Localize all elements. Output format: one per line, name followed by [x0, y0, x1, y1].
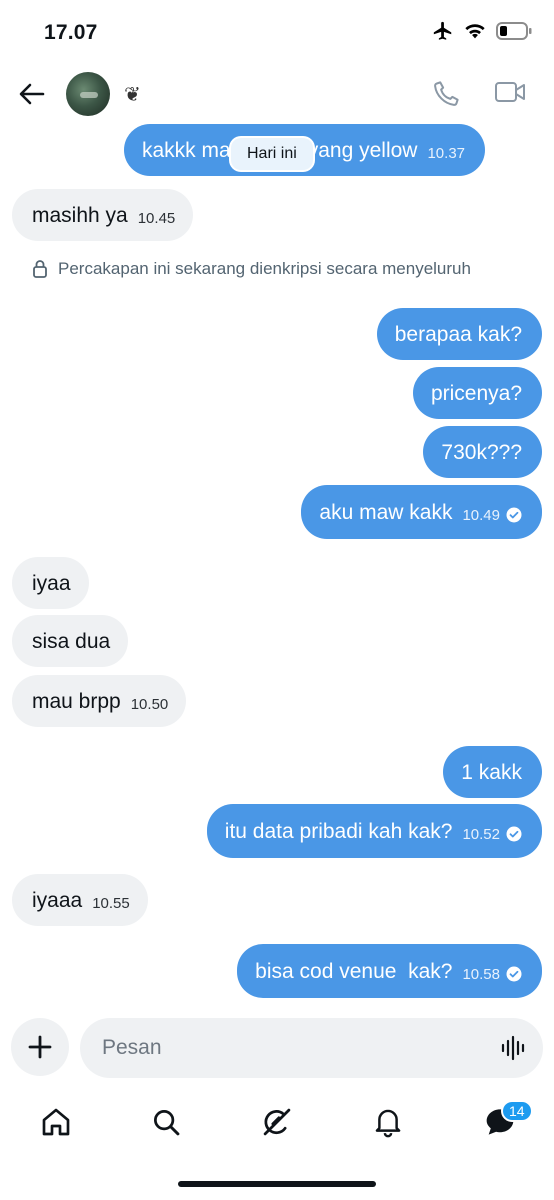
- message-text: mau brpp: [32, 689, 121, 713]
- message-text: berapaa kak?: [394, 322, 522, 346]
- status-time: 17.07: [44, 21, 98, 44]
- message-bubble-outgoing[interactable]: 1 kakk: [443, 746, 542, 798]
- message-time: 10.55: [92, 894, 130, 912]
- call-button[interactable]: [432, 78, 464, 110]
- message-text: 1 kakk: [461, 760, 522, 784]
- search-icon: [154, 1110, 180, 1136]
- message-bubble-incoming[interactable]: iyaa: [12, 557, 89, 609]
- nav-home[interactable]: [38, 1104, 74, 1140]
- messages-badge: 14: [501, 1100, 533, 1122]
- message-text: iyaaa: [32, 888, 83, 912]
- message-text: bisa cod venue kak?: [255, 959, 453, 983]
- message-time: 10.58: [462, 965, 500, 983]
- message-time: 10.52: [462, 825, 500, 843]
- home-indicator: [178, 1181, 376, 1187]
- date-divider: Hari ini: [231, 138, 313, 170]
- nav-search[interactable]: [148, 1104, 184, 1140]
- voice-wave-icon: [501, 1035, 525, 1061]
- bell-icon: [375, 1109, 401, 1138]
- avatar[interactable]: [66, 72, 110, 116]
- lock-icon: [33, 260, 47, 278]
- nav-grok[interactable]: [259, 1104, 295, 1140]
- message-text: aku maw kakk: [319, 500, 453, 524]
- message-bubble-outgoing[interactable]: bisa cod venue kak? 10.58: [237, 944, 542, 998]
- message-text: sisa dua: [32, 629, 111, 653]
- plus-icon: [28, 1035, 52, 1059]
- message-text: 730k???: [441, 440, 522, 464]
- message-bubble-outgoing[interactable]: 730k???: [423, 426, 542, 478]
- message-bubble-outgoing[interactable]: berapaa kak?: [376, 308, 542, 360]
- message-text: iyaa: [32, 571, 71, 595]
- status-icons: [432, 20, 532, 42]
- message-bubble-outgoing[interactable]: pricenya?: [412, 367, 542, 419]
- read-check-icon: [506, 966, 522, 982]
- battery-icon: [496, 22, 532, 40]
- back-button[interactable]: [16, 78, 48, 110]
- message-bubble-outgoing[interactable]: aku maw kakk 10.49: [301, 485, 542, 539]
- message-bubble-incoming[interactable]: iyaaa 10.55: [12, 874, 148, 926]
- message-input-placeholder: Pesan: [102, 1036, 162, 1059]
- video-call-button[interactable]: [494, 78, 528, 110]
- wifi-icon: [465, 24, 485, 39]
- voice-message-button[interactable]: [500, 1034, 528, 1062]
- read-check-icon: [506, 826, 522, 842]
- encryption-notice: Percakapan ini sekarang dienkripsi secar…: [32, 259, 471, 279]
- message-time: 10.45: [137, 209, 176, 227]
- message-text: itu data pribadi kah kak?: [224, 819, 453, 843]
- message-text: masihh ya: [32, 203, 128, 227]
- home-icon: [42, 1108, 70, 1136]
- arrow-left-icon: [19, 83, 45, 105]
- phone-icon: [434, 81, 459, 106]
- airplane-icon: [433, 21, 452, 40]
- encryption-text: Percakapan ini sekarang dienkripsi secar…: [58, 259, 471, 278]
- message-bubble-outgoing[interactable]: itu data pribadi kah kak? 10.52: [206, 804, 542, 858]
- nav-notifications[interactable]: [370, 1104, 406, 1140]
- message-time: 10.49: [462, 506, 500, 524]
- message-list[interactable]: kakkk masiiihhhh yang yellow 10.37 Hari …: [0, 112, 554, 1008]
- message-time: 10.50: [130, 695, 169, 713]
- contact-name[interactable]: ❦: [124, 82, 141, 107]
- status-bar: 17.07: [0, 0, 554, 64]
- add-attachment-button[interactable]: [11, 1018, 69, 1076]
- message-bubble-incoming[interactable]: mau brpp 10.50: [12, 675, 187, 727]
- video-icon: [495, 82, 525, 102]
- message-time: 10.37: [427, 144, 466, 162]
- message-bubble-incoming[interactable]: masihh ya 10.45: [12, 189, 194, 241]
- read-check-icon: [506, 507, 522, 523]
- message-text: pricenya?: [430, 381, 522, 405]
- message-bubble-incoming[interactable]: sisa dua: [12, 615, 129, 667]
- grok-icon: [263, 1108, 291, 1136]
